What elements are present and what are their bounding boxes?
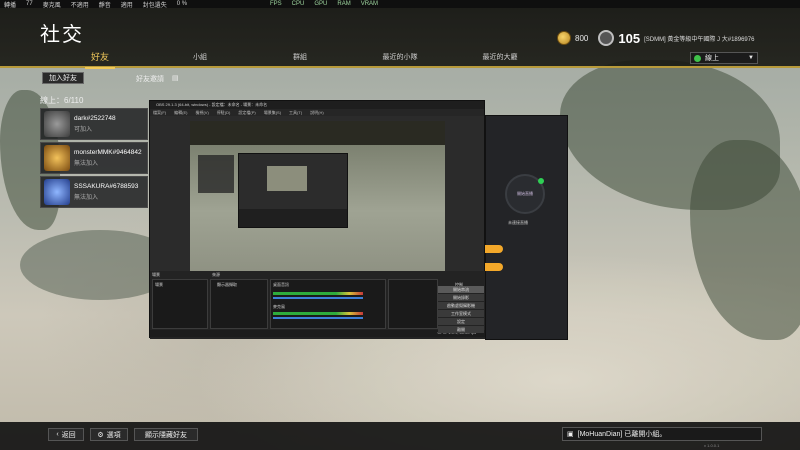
coin-icon: [557, 31, 571, 45]
stream-app-panel[interactable]: 開始直播 未連接直播: [485, 115, 568, 340]
mixer-track: 桌面音訊: [273, 282, 289, 287]
status-value: 線上: [705, 55, 719, 62]
player-level: 105: [618, 30, 641, 46]
volume-slider[interactable]: [273, 297, 363, 299]
tab-party[interactable]: 小組: [150, 52, 250, 65]
currency-amount: 800: [575, 33, 589, 43]
notification-text: [MoHuanDian] 已離開小組。: [577, 431, 667, 438]
chevron-down-icon: ▼: [748, 55, 754, 61]
menu-item[interactable]: 檢視(V): [195, 110, 208, 116]
friend-invites-label: 好友邀請: [136, 76, 164, 83]
show-hidden-friends-button[interactable]: 顯示隱藏好友: [134, 428, 198, 441]
social-header: 社交 好友 小組 群組 最近的小隊 最近的大廳 800 105 [SDMM] 黃…: [0, 8, 800, 69]
sources-label: 來源: [212, 272, 220, 277]
menu-item[interactable]: 場景集(S): [264, 110, 281, 116]
friend-status: 無法加入: [74, 161, 99, 167]
friend-name: monsterMMK#9464842: [74, 149, 142, 156]
obs-window[interactable]: OBS 29.1.3 (64-bit, windows) - 設定檔：未命名 -…: [149, 100, 486, 339]
online-count: 線上：6/110: [40, 96, 84, 105]
sources-panel[interactable]: 顯示器擷取: [210, 279, 268, 329]
obs-titlebar[interactable]: OBS 29.1.3 (64-bit, windows) - 設定檔：未命名 -…: [150, 101, 484, 109]
menu-item[interactable]: 設定檔(P): [238, 110, 255, 116]
menu-item[interactable]: 說明(H): [310, 110, 324, 116]
tab-friends[interactable]: 好友: [50, 50, 150, 69]
side-tab[interactable]: [485, 263, 503, 271]
avatar: [44, 111, 70, 137]
menu-item[interactable]: 檔案(F): [153, 110, 166, 116]
scene-item[interactable]: 場景: [155, 282, 163, 288]
start-streaming-button[interactable]: 開始串流: [438, 286, 484, 293]
chat-icon: ▣: [567, 431, 574, 438]
tab-recent-squads[interactable]: 最近的小隊: [350, 52, 450, 65]
add-friend-button[interactable]: 加入好友: [42, 72, 84, 84]
page-title: 社交: [40, 24, 84, 46]
virtual-camera-button[interactable]: 啟動虛擬攝影機: [438, 302, 484, 309]
audio-meter: [273, 292, 363, 295]
gear-icon: ⚙: [97, 431, 104, 439]
options-button[interactable]: ⚙ 選項: [90, 428, 128, 441]
perf-overlay: 轉播 77 麥克風 不適用 靜音 適用 封包遺失 0 % FPS CPU GPU…: [0, 0, 800, 9]
scenes-panel[interactable]: 場景: [152, 279, 208, 329]
notification-toast: ▣ [MoHuanDian] 已離開小組。: [562, 427, 762, 441]
studio-mode-button[interactable]: 工作室模式: [438, 310, 484, 317]
side-tab[interactable]: [485, 245, 503, 253]
transitions-panel[interactable]: [388, 279, 438, 329]
go-live-button[interactable]: 開始直播: [505, 174, 545, 214]
friend-status: 可加入: [74, 127, 93, 133]
obs-menubar: 檔案(F) 編輯(E) 檢視(V) 停駐(D) 設定檔(P) 場景集(S) 工具…: [150, 109, 484, 116]
obs-preview[interactable]: [190, 121, 445, 271]
player-id: [SDMM] 黃金等級中午國際 J 大#1896976: [644, 36, 755, 43]
friend-card[interactable]: monsterMMK#9464842 無法加入: [40, 142, 148, 174]
friend-status: 無法加入: [74, 195, 99, 201]
avatar: [44, 145, 70, 171]
back-button[interactable]: ‹ 返回: [48, 428, 84, 441]
tab-recent-lobbies[interactable]: 最近的大廳: [450, 52, 550, 65]
version-text: v 1.0.0.1: [704, 443, 720, 448]
packet-loss-value: 0 %: [176, 1, 188, 7]
friend-invites[interactable]: 好友邀請 ▤: [136, 74, 179, 84]
player-info: 800 105 [SDMM] 黃金等級中午國際 J 大#1896976: [557, 30, 754, 46]
source-item[interactable]: 顯示器擷取: [217, 282, 237, 288]
avatar: [44, 179, 70, 205]
invite-icon: ▤: [172, 75, 179, 82]
nested-preview: [238, 153, 348, 228]
app-hint: 未連接直播: [508, 220, 528, 225]
friend-card[interactable]: SSSAKURA#6788593 無法加入: [40, 176, 148, 208]
menu-item[interactable]: 編輯(E): [174, 110, 187, 116]
social-tabs: 好友 小組 群組 最近的小隊 最近的大廳: [50, 50, 550, 69]
settings-button[interactable]: 設定: [438, 318, 484, 325]
audio-meter: [273, 312, 363, 315]
menu-item[interactable]: 工具(T): [289, 110, 302, 116]
mixer-panel[interactable]: 桌面音訊 麥克風: [270, 279, 386, 329]
volume-slider[interactable]: [273, 317, 363, 319]
scenes-label: 場景: [152, 272, 160, 277]
menu-item[interactable]: 停駐(D): [217, 110, 231, 116]
tab-groups[interactable]: 群組: [250, 52, 350, 65]
start-recording-button[interactable]: 開始錄影: [438, 294, 484, 301]
ping-value: 77: [26, 1, 33, 7]
online-status-icon: [694, 54, 701, 62]
friend-name: dark#2522748: [74, 115, 116, 122]
level-badge-icon: [598, 30, 615, 46]
exit-button[interactable]: 離開: [438, 326, 484, 333]
status-dropdown[interactable]: 線上 ▼: [690, 52, 758, 64]
obs-status-bar: CPU: 1.5%, 60.00 fps: [150, 330, 486, 337]
friend-card[interactable]: dark#2522748 可加入: [40, 108, 148, 140]
chevron-left-icon: ‹: [56, 431, 59, 438]
perf-stats: FPS CPU GPU RAM VRAM: [270, 1, 379, 7]
friend-name: SSSAKURA#6788593: [74, 183, 139, 190]
mixer-track: 麥克風: [273, 304, 285, 309]
